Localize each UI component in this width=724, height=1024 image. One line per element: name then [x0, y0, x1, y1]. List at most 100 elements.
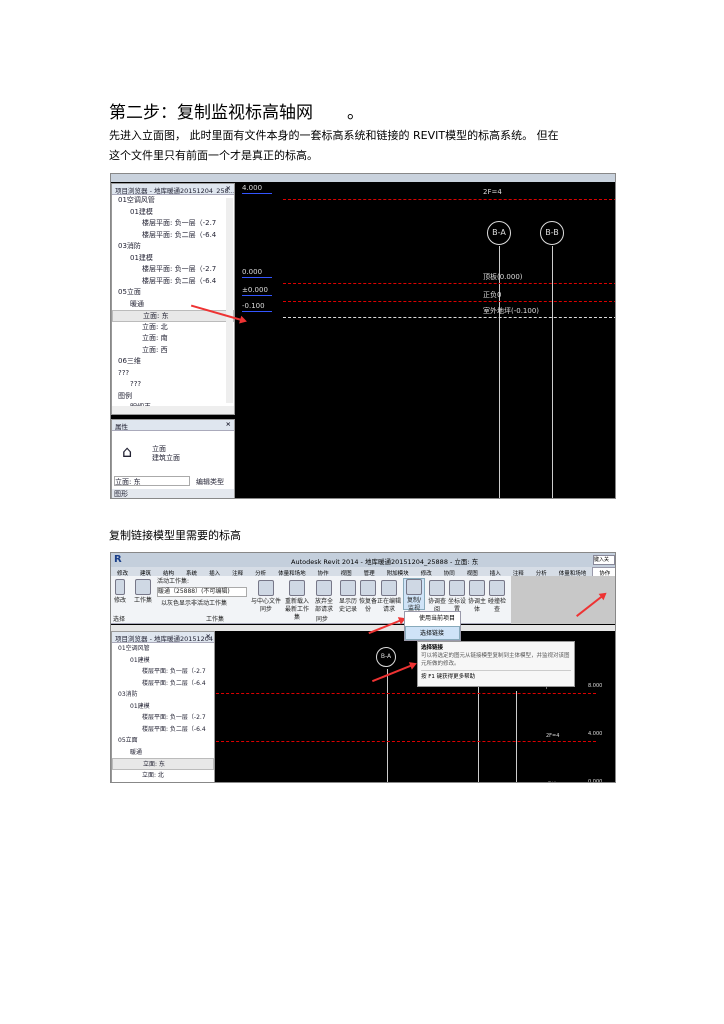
- tree-item[interactable]: 03消防: [112, 241, 234, 253]
- ribbon-tab[interactable]: 视图: [335, 568, 358, 576]
- tree-item[interactable]: 01建模: [112, 701, 214, 713]
- history-button[interactable]: 显示历史记录: [339, 598, 357, 613]
- tree-item[interactable]: ???: [112, 379, 234, 391]
- ribbon-tab[interactable]: 视图: [461, 568, 484, 576]
- type-label: 建筑立面: [152, 454, 180, 462]
- ribbon-tab[interactable]: 协作: [312, 568, 335, 576]
- active-workset-select[interactable]: 暖通（25888）(不可编辑): [157, 587, 247, 597]
- ribbon-tab[interactable]: 插入: [484, 568, 507, 576]
- level-line[interactable]: [283, 283, 615, 284]
- active-workset-label: 活动工作集:: [157, 578, 190, 585]
- relinquish-button[interactable]: 放弃全部请求: [315, 598, 333, 613]
- tree-item[interactable]: 立面: 北: [112, 770, 214, 782]
- ribbon-tab[interactable]: 体量和场地: [553, 568, 593, 576]
- requests-button[interactable]: 正在编辑请求: [377, 598, 401, 613]
- ribbon-tab[interactable]: 建筑: [134, 568, 157, 576]
- tree-item[interactable]: 楼层平面: 负一层（-2.7: [112, 218, 234, 230]
- level-line[interactable]: [283, 301, 615, 302]
- level-line[interactable]: [283, 317, 615, 318]
- tree-item[interactable]: 05立面: [112, 735, 214, 747]
- ribbon-tab[interactable]: 管理: [358, 568, 381, 576]
- copy-monitor-menu: 使用当前项目 选择链接: [404, 611, 461, 641]
- ribbon-tab[interactable]: 分析: [249, 568, 272, 576]
- reload-button[interactable]: 重新载入最新工作集: [285, 598, 309, 621]
- ribbon-tab[interactable]: 注释: [226, 568, 249, 576]
- tree-item[interactable]: 暖通: [112, 747, 214, 759]
- coord-host-button[interactable]: 协调主体: [468, 598, 486, 613]
- level-name: 顶板(0.100): [546, 781, 574, 782]
- tree-item[interactable]: 楼层平面: 负二层（-6.4: [112, 724, 214, 736]
- ribbon-tab[interactable]: 注释: [507, 568, 530, 576]
- tree-item[interactable]: 楼层平面: 负一层（-2.7: [112, 264, 234, 276]
- close-icon[interactable]: ×: [206, 632, 211, 640]
- ribbon-tab[interactable]: 修改: [111, 568, 134, 576]
- interference-button[interactable]: 碰撞检查: [488, 598, 506, 613]
- level-elevation: 4.000: [588, 731, 603, 737]
- tree-item[interactable]: 楼层平面: 负二层（-6.4: [112, 678, 214, 690]
- grid-bubble-0[interactable]: B-A: [376, 647, 396, 667]
- drawing-canvas[interactable]: B-AB-B8.000F4.0002F=40.000顶板(0.000)±0.00…: [237, 183, 615, 498]
- ribbon-tab[interactable]: 插入: [203, 568, 226, 576]
- intro-text: 这个文件里只有前面一个才是真正的标高。: [109, 149, 318, 162]
- ribbon-tab[interactable]: 附加模块: [381, 568, 415, 576]
- sync-button[interactable]: 与中心文件同步: [251, 598, 281, 613]
- tree-item[interactable]: 立面: 南: [112, 781, 214, 782]
- project-browser: 项目浏览器 - 地库暖通20151204_258...× 01空调风管01建模楼…: [111, 631, 215, 782]
- tree-item[interactable]: 01建模: [112, 207, 234, 219]
- tree-item[interactable]: 06三维: [112, 356, 234, 368]
- tree-item[interactable]: 立面: 东: [112, 758, 214, 770]
- scrollbar[interactable]: [226, 198, 233, 403]
- tree-item[interactable]: 01建模: [112, 655, 214, 667]
- edit-type-button[interactable]: 编辑类型: [196, 477, 224, 487]
- group-header: 图形: [112, 489, 234, 498]
- tree-item[interactable]: 暖通: [112, 299, 234, 311]
- tree-item[interactable]: 立面: 北: [112, 322, 234, 334]
- ribbon-tab[interactable]: 体量和场地: [272, 568, 312, 576]
- tree-item[interactable]: 图例: [112, 391, 234, 403]
- tree-item[interactable]: 楼层平面: 负一层（-2.7: [112, 666, 214, 678]
- grid-bubble-1[interactable]: B-B: [540, 221, 564, 245]
- revit-logo[interactable]: R: [114, 554, 122, 565]
- intro-text: 先进入立面图， 此时里面有文件本身的一套标高系统和链接的 REVIT模型的标高系…: [109, 129, 559, 142]
- backup-button[interactable]: 恢复备份: [359, 598, 377, 613]
- ribbon-tab[interactable]: 修改: [415, 568, 438, 576]
- level-line[interactable]: [216, 693, 596, 694]
- search-input[interactable]: 键入关: [593, 555, 615, 565]
- tree-item[interactable]: ???: [112, 368, 234, 380]
- close-icon[interactable]: ×: [226, 420, 231, 428]
- close-icon[interactable]: ×: [226, 184, 231, 192]
- tree-item[interactable]: 05立面: [112, 287, 234, 299]
- tree-item[interactable]: 03消防: [112, 689, 214, 701]
- modify-button[interactable]: 修改: [114, 597, 126, 604]
- ribbon-tab[interactable]: 分析: [530, 568, 553, 576]
- tree-item[interactable]: 楼层平面: 负二层（-6.4: [112, 230, 234, 242]
- ribbon-tab[interactable]: 协作: [592, 567, 615, 576]
- level-line[interactable]: [283, 199, 615, 200]
- tree-item[interactable]: 01空调风管: [112, 195, 234, 207]
- tree-item[interactable]: 立面: 西: [112, 345, 234, 357]
- select-panel-label[interactable]: 选择: [113, 616, 125, 624]
- tree-item[interactable]: 01空调风管: [112, 643, 214, 655]
- tooltip: 选择链接 可以将选定的图元从链接模型复制到主体模型，并监视对该图元所做的修改。 …: [417, 641, 575, 687]
- level-name: 2F=4: [546, 733, 560, 739]
- tree-item[interactable]: 立面: 南: [112, 333, 234, 345]
- tree-item[interactable]: 01建模: [112, 253, 234, 265]
- ribbon-tabs: 修改 建筑 结构 系统 插入 注释 分析 体量和场地 协作 视图 管理 附加模块 修改 协同 视图 插入 注释分…: [111, 567, 615, 576]
- menu-item-use-current[interactable]: 使用当前项目: [405, 612, 460, 626]
- sync-panel-label[interactable]: 同步: [316, 616, 328, 624]
- tree-item[interactable]: 楼层平面: 负一层（-2.7: [112, 712, 214, 724]
- ribbon-tab[interactable]: 系统: [180, 568, 203, 576]
- level-head: [242, 295, 272, 296]
- gray-inactive-worksets-button[interactable]: 以灰色显示非活动工作集: [161, 600, 227, 608]
- tree-item[interactable]: 楼层平面: 负二层（-6.4: [112, 276, 234, 288]
- menu-item-select-link[interactable]: 选择链接: [405, 626, 460, 640]
- grid-bubble-0[interactable]: B-A: [487, 221, 511, 245]
- level-line[interactable]: [216, 741, 596, 742]
- scrollbar[interactable]: [112, 406, 234, 414]
- copy-monitor-button[interactable]: 复制/监视: [407, 597, 421, 612]
- panel-title: 项目浏览器 - 地库暖通20151204_258...: [115, 635, 214, 643]
- view-select[interactable]: 立面: 东: [114, 476, 190, 486]
- worksets-button[interactable]: 工作集: [134, 597, 152, 604]
- ribbon-tab[interactable]: 结构: [157, 568, 180, 576]
- ribbon-tab[interactable]: 协同: [438, 568, 461, 576]
